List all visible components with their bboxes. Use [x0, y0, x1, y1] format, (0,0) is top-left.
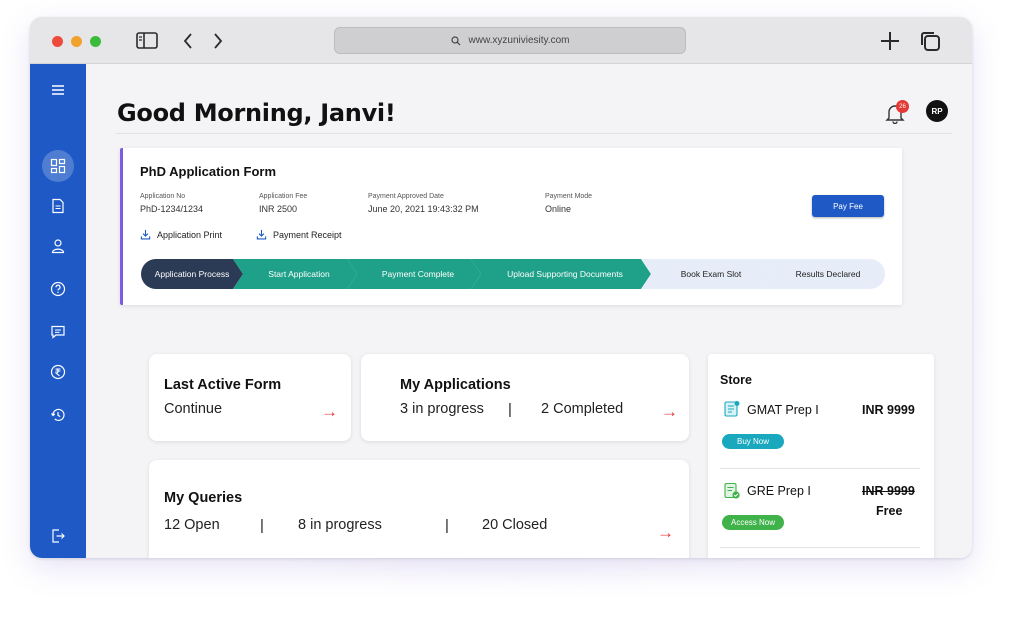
card-title: My Applications — [400, 377, 511, 393]
application-no-field: Application No PhD-1234/1234 — [140, 193, 203, 214]
step-upload-supporting-documents[interactable]: Upload Supporting Documents — [471, 259, 651, 289]
dashboard-icon[interactable] — [42, 150, 74, 182]
open-count: 12 Open — [164, 517, 220, 533]
separator: | — [260, 517, 264, 534]
separator: | — [508, 401, 512, 418]
closed-count: 20 Closed — [482, 517, 548, 533]
application-title: PhD Application Form — [140, 164, 277, 179]
forward-icon[interactable] — [212, 31, 224, 55]
in-progress-count: 3 in progress — [400, 401, 484, 417]
step-payment-complete[interactable]: Payment Complete — [347, 259, 481, 289]
book-icon — [724, 401, 740, 417]
field-label: Payment Approved Date — [368, 193, 444, 200]
avatar[interactable]: RP — [926, 100, 948, 122]
sidebar — [30, 64, 86, 558]
help-icon[interactable] — [42, 273, 74, 305]
store-panel: Store GMAT Prep I INR 9999 Buy Now GRE P… — [708, 354, 934, 558]
notification-badge: 26 — [896, 100, 909, 113]
application-fee-field: Application Fee INR 2500 — [259, 193, 307, 214]
download-icon — [256, 229, 267, 240]
continue-link[interactable]: Continue — [164, 401, 222, 417]
store-divider — [720, 468, 920, 469]
download-label: Application Print — [157, 229, 223, 240]
menu-icon[interactable] — [42, 74, 74, 106]
my-queries-card[interactable]: My Queries 12 Open | 8 in progress | 20 … — [149, 460, 689, 558]
field-value: June 20, 2021 19:43:32 PM — [368, 204, 479, 214]
rupee-icon[interactable] — [42, 356, 74, 388]
browser-titlebar: www.xyzuniviesity.com — [30, 17, 972, 64]
buy-now-button[interactable]: Buy Now — [722, 434, 784, 449]
arrow-right-icon[interactable]: → — [657, 523, 674, 543]
application-print-link[interactable]: Application Print — [140, 229, 222, 240]
maximize-window-button[interactable] — [90, 36, 101, 47]
main-content: Good Morning, Janvi! 26 RP PhD Applicati… — [86, 64, 972, 558]
history-icon[interactable] — [42, 399, 74, 431]
back-icon[interactable] — [182, 31, 194, 55]
payment-mode-field: Payment Mode Online — [545, 193, 592, 214]
close-window-button[interactable] — [52, 36, 63, 47]
access-now-button[interactable]: Access Now — [722, 515, 784, 530]
user-icon[interactable] — [42, 230, 74, 262]
arrow-right-icon[interactable]: → — [321, 402, 338, 422]
product-price: INR 9999 — [862, 403, 915, 417]
application-form-card: PhD Application Form Application No PhD-… — [120, 148, 902, 305]
browser-window: www.xyzuniviesity.com Good Morning, Janv… — [30, 17, 972, 558]
header-divider — [116, 133, 952, 134]
product-name: GRE Prep I — [747, 484, 811, 498]
logout-icon[interactable] — [42, 520, 74, 552]
last-active-form-card[interactable]: Last Active Form Continue → — [149, 354, 351, 441]
download-icon — [140, 229, 151, 240]
minimize-window-button[interactable] — [71, 36, 82, 47]
my-applications-card[interactable]: My Applications 3 in progress | 2 Comple… — [361, 354, 689, 441]
product-name: GMAT Prep I — [747, 403, 819, 417]
payment-date-field: Payment Approved Date June 20, 2021 19:4… — [368, 193, 479, 214]
tabs-overview-icon[interactable] — [919, 30, 941, 56]
payment-receipt-link[interactable]: Payment Receipt — [256, 229, 342, 240]
store-divider — [720, 547, 920, 548]
field-value: PhD-1234/1234 — [140, 204, 204, 214]
search-icon — [450, 35, 460, 45]
store-title: Store — [720, 373, 752, 387]
step-start-application[interactable]: Start Application — [233, 259, 357, 289]
step-book-exam-slot[interactable]: Book Exam Slot — [641, 259, 773, 289]
document-icon[interactable] — [42, 190, 74, 222]
product-original-price: INR 9999 — [862, 484, 915, 498]
address-bar[interactable]: www.xyzuniviesity.com — [334, 27, 686, 54]
arrow-right-icon[interactable]: → — [661, 402, 678, 422]
chat-icon[interactable] — [42, 316, 74, 348]
completed-count: 2 Completed — [541, 401, 624, 417]
pay-fee-button[interactable]: Pay Fee — [812, 195, 884, 217]
in-progress-count: 8 in progress — [298, 517, 382, 533]
download-label: Payment Receipt — [273, 229, 342, 240]
step-results-declared[interactable]: Results Declared — [763, 259, 885, 289]
progress-stepper: Application Process Start Application Paym… — [141, 259, 885, 289]
url-text: www.xyzuniviesity.com — [468, 35, 570, 46]
card-title: My Queries — [164, 490, 243, 506]
field-value: INR 2500 — [259, 204, 298, 214]
field-label: Application No — [140, 193, 186, 200]
new-tab-icon[interactable] — [879, 30, 901, 56]
separator: | — [445, 517, 449, 534]
step-application-process[interactable]: Application Process — [141, 259, 243, 289]
sidebar-toggle-icon[interactable] — [136, 32, 158, 53]
page-title: Good Morning, Janvi! — [117, 99, 396, 127]
field-value: Online — [545, 204, 572, 214]
document-check-icon — [724, 482, 740, 499]
card-title: Last Active Form — [164, 377, 282, 393]
field-label: Payment Mode — [545, 193, 593, 200]
product-free-label: Free — [876, 504, 903, 518]
field-label: Application Fee — [259, 193, 308, 200]
